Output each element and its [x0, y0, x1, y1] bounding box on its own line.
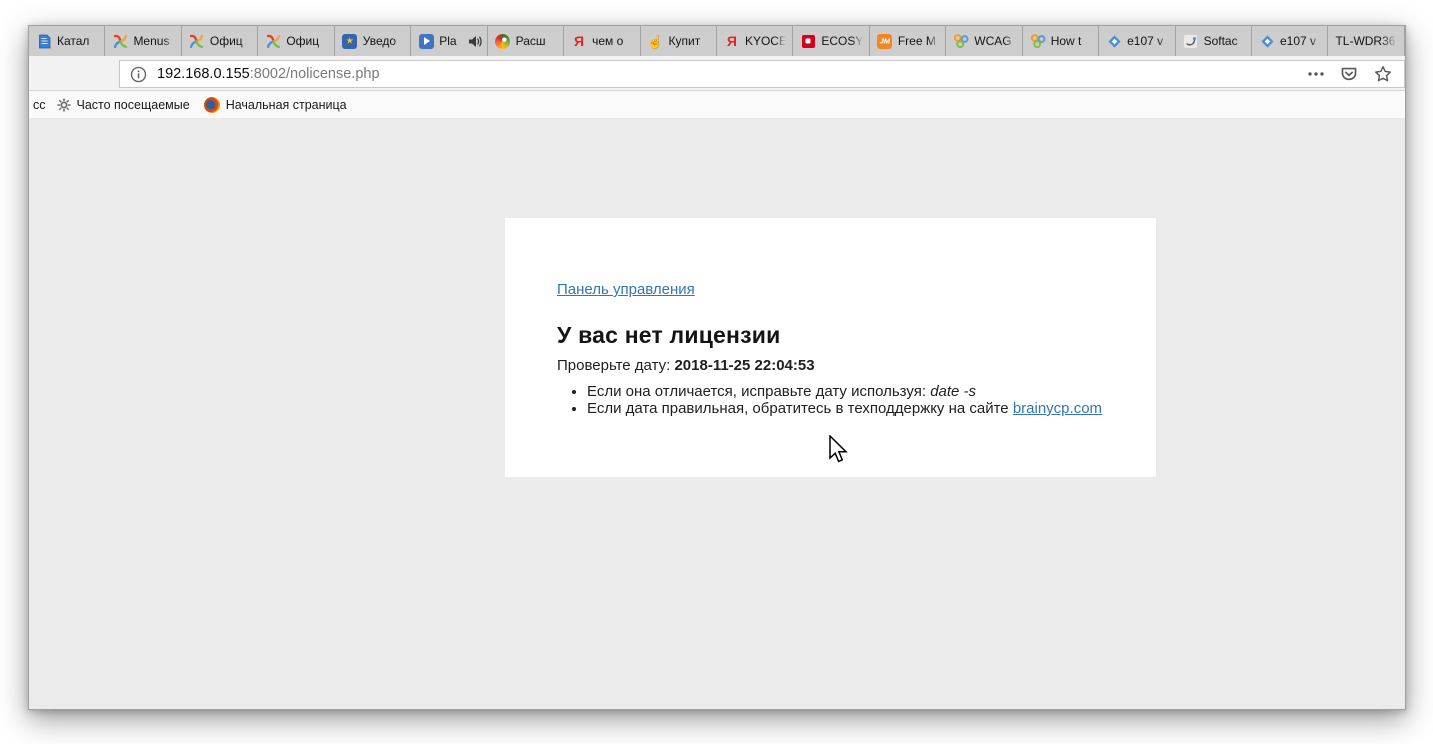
tab-label: Menus: [133, 34, 175, 48]
url-text[interactable]: 192.168.0.155:8002/nolicense.php: [157, 66, 380, 82]
url-bar[interactable]: 192.168.0.155:8002/nolicense.php: [119, 60, 1405, 88]
circles-icon: [1030, 33, 1046, 49]
extensions-icon: [495, 33, 511, 49]
url-domain: 192.168.0.155: [157, 66, 250, 82]
browser-tab[interactable]: Ячем о: [564, 26, 640, 56]
e107-icon: [1106, 33, 1122, 49]
yandex-icon: Я: [724, 33, 740, 49]
joomla-icon: [265, 33, 281, 49]
tab-label: e107 v: [1280, 34, 1322, 48]
browser-tab[interactable]: Расш: [488, 26, 564, 56]
ecosys-icon: [800, 33, 816, 49]
tab-label: e107 v: [1127, 34, 1169, 48]
browser-tab[interactable]: Softac: [1176, 26, 1252, 56]
e107-icon: [1259, 33, 1275, 49]
bookmark-star-icon[interactable]: [1374, 65, 1392, 83]
pocket-icon[interactable]: [1340, 66, 1358, 83]
tab-label: Офиц: [210, 34, 252, 48]
tab-label: Pla: [439, 34, 462, 48]
softaculous-icon: [1183, 33, 1199, 49]
bookmark-item-partial[interactable]: сс: [32, 91, 50, 118]
bookmarks-toolbar: сс Часто посещаемые Начальная страница: [29, 90, 1405, 118]
tab-label: TL-WDR36: [1335, 34, 1398, 48]
browser-tab[interactable]: Menus: [105, 26, 181, 56]
firefox-icon: [204, 97, 220, 113]
joomla-icon: [112, 33, 128, 49]
browser-tab[interactable]: WCAG: [946, 26, 1022, 56]
jm-icon: JM: [877, 33, 893, 49]
tab-label: Катал: [57, 34, 99, 48]
browser-tab[interactable]: e107 v: [1252, 26, 1328, 56]
list-item: Если она отличается, исправьте дату испо…: [587, 383, 1116, 400]
browser-tab[interactable]: e107 v: [1099, 26, 1175, 56]
bookmark-label: сс: [33, 98, 46, 112]
site-info-icon[interactable]: [130, 66, 147, 83]
list-item: Если дата правильная, обратитесь в техпо…: [587, 400, 1116, 417]
tab-label: Офиц: [286, 34, 328, 48]
tab-label: Купит: [669, 34, 711, 48]
page-title: У вас нет лицензии: [557, 321, 1116, 349]
browser-tab[interactable]: TL-WDR36: [1328, 26, 1404, 56]
browser-tab[interactable]: ☝ Купит: [641, 26, 717, 56]
bullet2-text: Если дата правильная, обратитесь в техпо…: [587, 400, 1013, 417]
control-panel-link[interactable]: Панель управления: [557, 281, 695, 298]
tab-label: Расш: [516, 34, 558, 48]
yandex-icon: Я: [571, 33, 587, 49]
url-path: :8002/nolicense.php: [250, 66, 380, 82]
circles-icon: [953, 33, 969, 49]
bookmark-item-homepage[interactable]: Начальная страница: [197, 91, 354, 118]
badge-icon: ★: [342, 33, 358, 49]
browser-tab[interactable]: ★ Уведо: [335, 26, 411, 56]
check-date-label: Проверьте дату:: [557, 357, 674, 374]
browser-window: Катал Menus Офиц Офиц ★ Уведо Pla Расш Ячем …: [28, 25, 1406, 710]
tab-label: How t: [1051, 34, 1093, 48]
catalog-icon: [36, 33, 52, 49]
play-icon: [418, 33, 434, 49]
check-date-value: 2018-11-25 22:04:53: [674, 357, 814, 374]
bookmark-item-frequent[interactable]: Часто посещаемые: [50, 91, 197, 118]
tab-label: ECOSY: [821, 34, 863, 48]
tab-label: Free M: [898, 34, 940, 48]
bookmark-label: Часто посещаемые: [77, 98, 190, 112]
browser-tab[interactable]: Катал: [29, 26, 105, 56]
gear-icon: [57, 98, 71, 112]
browser-tab[interactable]: ECOSY: [793, 26, 869, 56]
tab-audio-icon[interactable]: [468, 35, 482, 48]
tab-label: KYOCE: [745, 34, 787, 48]
tab-label: Softac: [1204, 34, 1246, 48]
browser-tab[interactable]: Офиц: [258, 26, 334, 56]
tab-label: WCAG: [974, 34, 1016, 48]
browser-tab[interactable]: Pla: [411, 26, 487, 56]
browser-tab[interactable]: Офиц: [182, 26, 258, 56]
tab-label: Уведо: [363, 34, 405, 48]
bullet1-command: date -s: [930, 383, 976, 400]
bookmark-label: Начальная страница: [226, 98, 347, 112]
page-content: Панель управления У вас нет лицензии Про…: [29, 118, 1405, 709]
license-error-card: Панель управления У вас нет лицензии Про…: [505, 218, 1156, 477]
joomla-icon: [189, 33, 205, 49]
brainycp-link[interactable]: brainycp.com: [1013, 400, 1102, 417]
browser-tab[interactable]: How t: [1023, 26, 1099, 56]
check-date-line: Проверьте дату: 2018-11-25 22:04:53: [557, 357, 1116, 375]
browser-tab[interactable]: Я KYOCE: [717, 26, 793, 56]
navigation-toolbar: 192.168.0.155:8002/nolicense.php: [29, 56, 1405, 90]
browser-tab[interactable]: JM Free M: [870, 26, 946, 56]
instructions-list: Если она отличается, исправьте дату испо…: [557, 383, 1116, 417]
page-actions-icon[interactable]: [1308, 72, 1324, 76]
tab-bar: Катал Menus Офиц Офиц ★ Уведо Pla Расш Ячем …: [29, 26, 1405, 56]
bullet1-text: Если она отличается, исправьте дату испо…: [587, 383, 930, 400]
hand-pointer-icon: ☝: [648, 33, 664, 49]
tab-label: чем о: [592, 34, 634, 48]
